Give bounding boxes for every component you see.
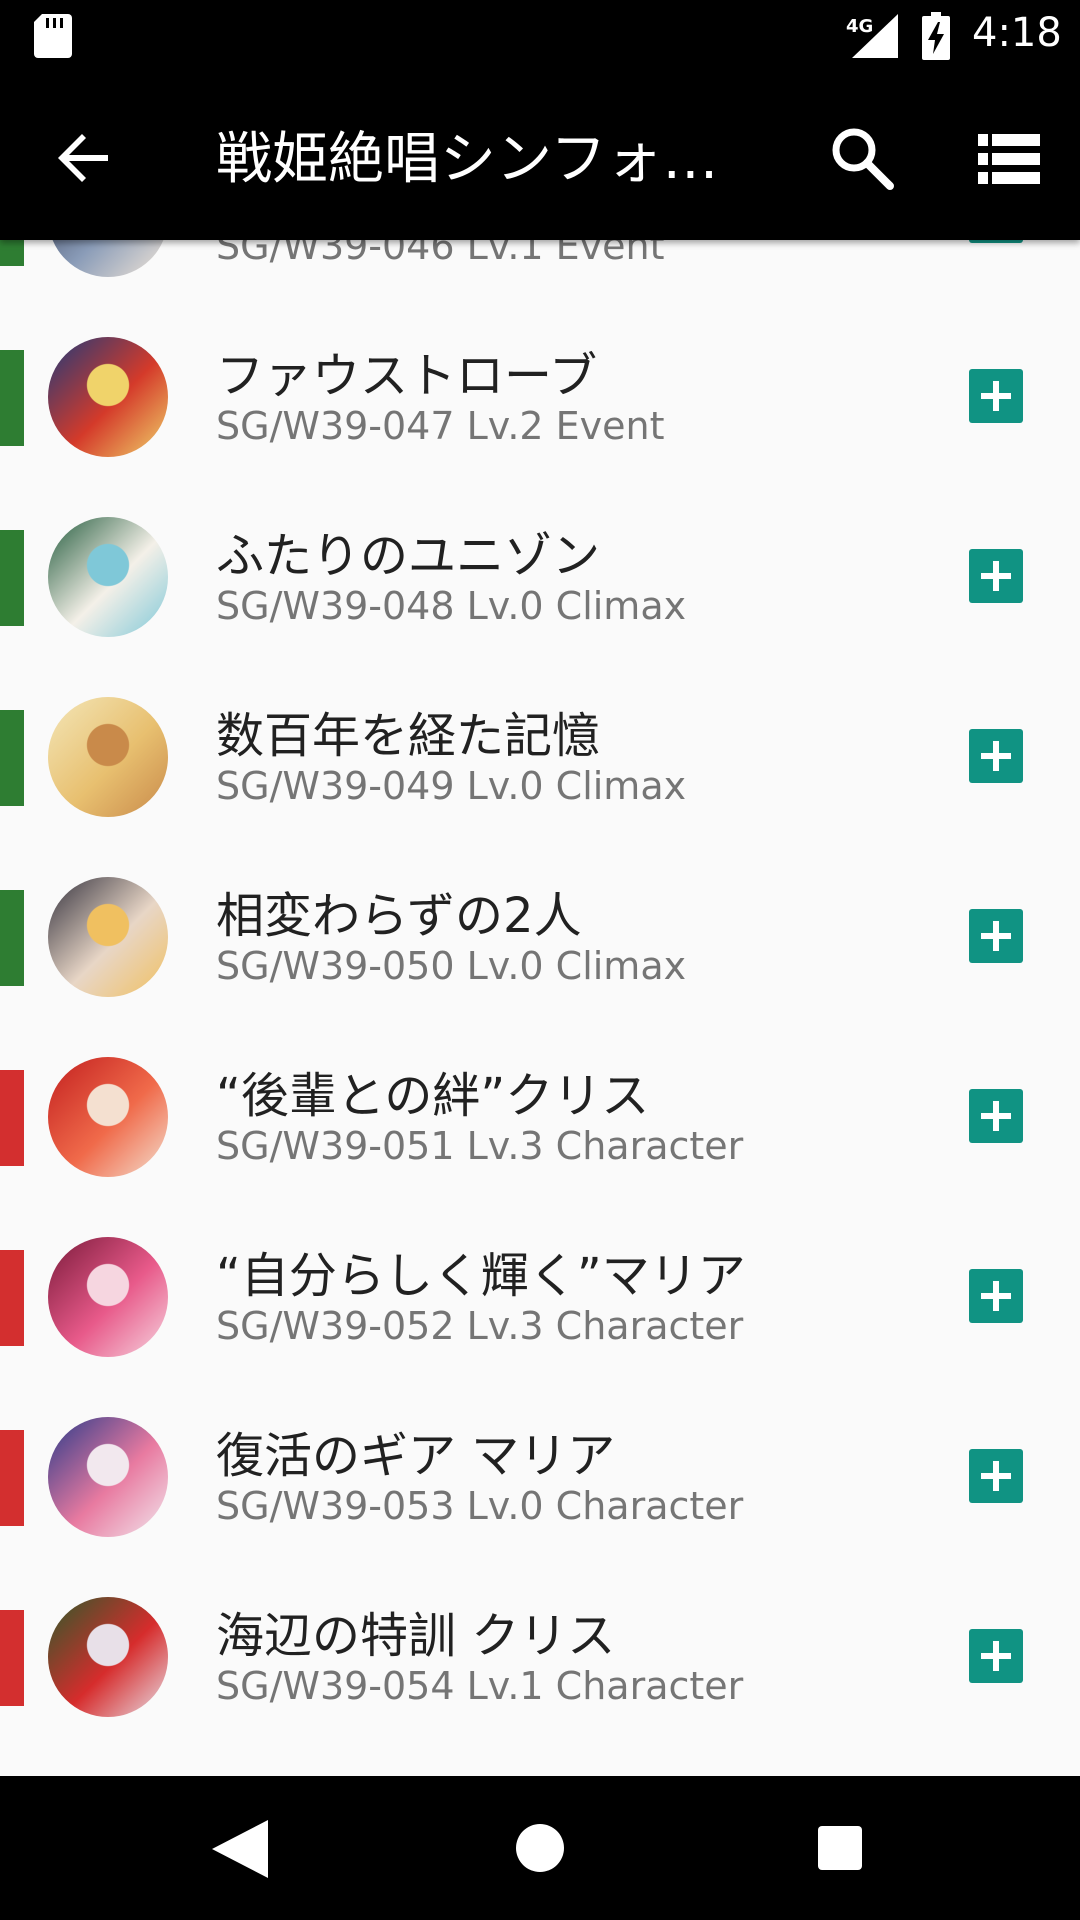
color-indicator (0, 1430, 24, 1526)
status-bar: 4G 4:18 (0, 0, 1080, 72)
list-view-icon[interactable] (978, 128, 1040, 190)
card-name: “後輩との絆”クリス (216, 1068, 650, 1124)
color-indicator (0, 710, 24, 806)
card-name: 海辺の特訓 クリス (216, 1608, 616, 1664)
card-thumbnail (48, 1237, 168, 1357)
list-item[interactable]: 海辺の特訓 クリス SG/W39-054 Lv.1 Character (0, 1552, 1080, 1732)
card-thumbnail (48, 517, 168, 637)
card-thumbnail (48, 697, 168, 817)
list-item[interactable]: ファウストローブ SG/W39-047 Lv.2 Event (0, 292, 1080, 472)
system-navigation-bar (0, 1776, 1080, 1920)
add-card-button[interactable] (969, 369, 1023, 423)
add-card-button[interactable] (969, 1629, 1023, 1683)
card-name: 復活のギア マリア (216, 1428, 616, 1484)
color-indicator (0, 890, 24, 986)
card-code-level-type: SG/W39-053 Lv.0 Character (216, 1484, 744, 1528)
card-name: ふたりのユニゾン (216, 528, 601, 584)
list-item[interactable]: ふたりのユニゾン SG/W39-048 Lv.0 Climax (0, 472, 1080, 652)
card-code-level-type: SG/W39-049 Lv.0 Climax (216, 764, 687, 808)
card-name: 相変わらずの2人 (216, 888, 582, 944)
add-card-button[interactable] (969, 729, 1023, 783)
page-title: 戦姫絶唱シンフォ… (216, 127, 719, 192)
card-name: 数百年を経た記憶 (216, 708, 601, 764)
add-card-button[interactable] (969, 909, 1023, 963)
list-item[interactable]: “自分らしく輝く”マリア SG/W39-052 Lv.3 Character (0, 1192, 1080, 1372)
list-item[interactable]: 復活のギア マリア SG/W39-053 Lv.0 Character (0, 1372, 1080, 1552)
color-indicator (0, 1250, 24, 1346)
add-card-button[interactable] (969, 1089, 1023, 1143)
card-thumbnail (48, 1057, 168, 1177)
list-item[interactable]: SG/W39-046 Lv.1 Event (0, 240, 1080, 292)
card-list[interactable]: SG/W39-046 Lv.1 Event ファウストローブ SG/W39-04… (0, 240, 1080, 1776)
card-code-level-type: SG/W39-047 Lv.2 Event (216, 404, 665, 448)
card-name: ファウストローブ (216, 348, 598, 404)
card-code-level-type: SG/W39-046 Lv.1 Event (216, 240, 665, 268)
color-indicator (0, 240, 24, 266)
card-code-level-type: SG/W39-048 Lv.0 Climax (216, 584, 687, 628)
color-indicator (0, 350, 24, 446)
card-thumbnail (48, 240, 168, 277)
nav-home-icon[interactable] (516, 1824, 564, 1872)
back-arrow-icon[interactable] (52, 126, 116, 190)
list-item[interactable]: “後輩との絆”クリス SG/W39-051 Lv.3 Character (0, 1012, 1080, 1192)
card-thumbnail (48, 877, 168, 997)
card-thumbnail (48, 1417, 168, 1537)
add-card-button[interactable] (969, 240, 1023, 243)
signal-icon (852, 14, 898, 58)
color-indicator (0, 530, 24, 626)
color-indicator (0, 1610, 24, 1706)
sd-card-icon (34, 14, 72, 58)
card-thumbnail (48, 1597, 168, 1717)
card-code-level-type: SG/W39-050 Lv.0 Climax (216, 944, 687, 988)
app-bar: 戦姫絶唱シンフォ… (0, 72, 1080, 240)
status-clock: 4:18 (972, 10, 1062, 56)
nav-back-icon[interactable] (212, 1820, 268, 1878)
add-card-button[interactable] (969, 1269, 1023, 1323)
card-code-level-type: SG/W39-054 Lv.1 Character (216, 1664, 744, 1708)
color-indicator (0, 1070, 24, 1166)
card-name: “自分らしく輝く”マリア (216, 1248, 746, 1304)
search-icon[interactable] (828, 124, 896, 192)
nav-recents-icon[interactable] (818, 1826, 862, 1870)
card-thumbnail (48, 337, 168, 457)
battery-charging-icon (922, 12, 950, 60)
card-code-level-type: SG/W39-051 Lv.3 Character (216, 1124, 744, 1168)
add-card-button[interactable] (969, 1449, 1023, 1503)
card-code-level-type: SG/W39-052 Lv.3 Character (216, 1304, 744, 1348)
add-card-button[interactable] (969, 549, 1023, 603)
list-item[interactable]: 数百年を経た記憶 SG/W39-049 Lv.0 Climax (0, 652, 1080, 832)
list-item[interactable]: 相変わらずの2人 SG/W39-050 Lv.0 Climax (0, 832, 1080, 1012)
